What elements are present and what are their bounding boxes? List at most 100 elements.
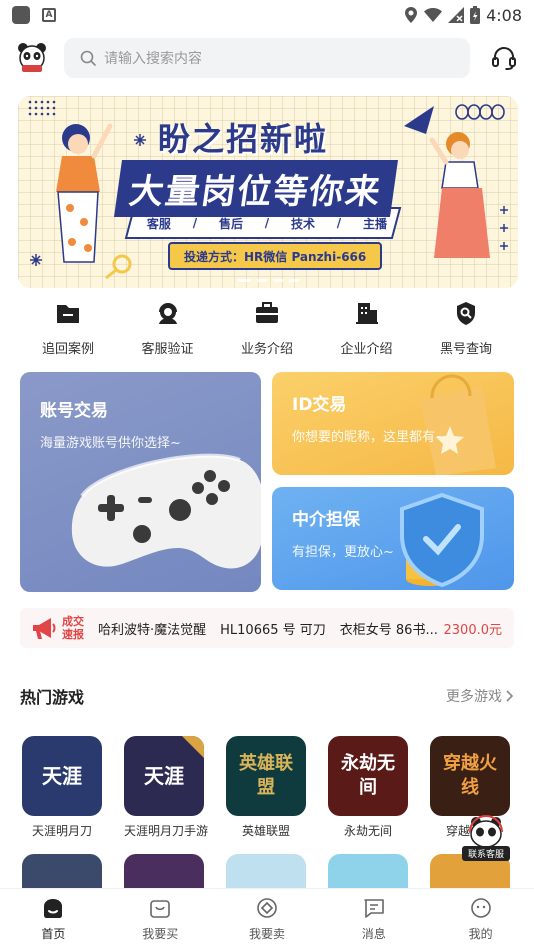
game-cover: 天涯 — [22, 736, 102, 816]
quick-nav-label: 企业介绍 — [340, 342, 393, 357]
briefcase-icon — [256, 302, 278, 323]
hot-games-header: 热门游戏 更多游戏 — [20, 684, 514, 708]
ticker-item: HL10665 号 可刀 — [220, 622, 326, 638]
ticker-item: 衣柜女号 86书... — [339, 622, 438, 638]
tab-sell[interactable]: 我要卖 — [214, 889, 321, 950]
quick-nav-label: 业务介绍 — [240, 342, 293, 357]
quick-nav-label: 黑号查询 — [439, 342, 492, 357]
quick-nav-recovery-cases[interactable]: 追回案例 — [20, 300, 116, 360]
tab-label: 我要卖 — [248, 927, 285, 941]
quick-nav: 追回案例 客服验证 业务介绍 企业介绍 黑号查询 — [20, 300, 514, 360]
carousel-dot — [237, 279, 251, 282]
chevron-right-icon — [506, 690, 514, 702]
home-icon — [44, 899, 63, 918]
search-input[interactable]: 请输入搜索内容 — [104, 48, 202, 68]
message-icon — [363, 899, 384, 918]
quick-nav-business-intro[interactable]: 业务介绍 — [219, 300, 315, 360]
game-name: 英雄联盟 — [241, 824, 290, 838]
game-cover-text: 天涯 — [144, 764, 184, 788]
support-agent-icon — [158, 303, 177, 324]
wifi-icon — [424, 8, 443, 22]
banner-tags: 客服 / 售后 / 技术 / 主播 — [136, 210, 398, 236]
headset-icon[interactable] — [490, 44, 518, 72]
tab-profile[interactable]: 我的 — [427, 889, 534, 950]
card-title: ID交易 — [292, 395, 347, 415]
card-subtitle: 有担保，更放心~ — [292, 545, 394, 560]
tab-label: 首页 — [41, 927, 66, 941]
tab-label: 我要买 — [142, 927, 179, 941]
banner-tag-separator: / — [264, 216, 270, 230]
game-tile-row2[interactable] — [124, 854, 216, 890]
game-cover: 永劫无间 — [328, 736, 408, 816]
panda-avatar-icon[interactable] — [16, 41, 48, 73]
game-tile-lol[interactable]: 英雄联盟 英雄联盟 — [226, 736, 318, 839]
deal-badge: 成交 速报 — [20, 608, 98, 648]
status-bar: A 4:08 — [0, 0, 534, 30]
shield-search-icon — [457, 302, 475, 325]
quick-nav-company-intro[interactable]: 企业介绍 — [319, 300, 415, 360]
banner-tag: 主播 — [363, 216, 388, 231]
battery-icon — [470, 6, 481, 24]
guarantee-card[interactable]: 中介担保 有担保，更放心~ — [272, 487, 514, 590]
quick-nav-blacklist-check[interactable]: 黑号查询 — [418, 300, 514, 360]
ticker-item: 哈利波特·魔法觉醒 — [98, 622, 207, 638]
deal-ticker[interactable]: 成交 速报 哈利波特·魔法觉醒 HL10665 号 可刀 衣柜女号 86书...… — [20, 608, 514, 648]
search-bar[interactable]: 请输入搜索内容 — [64, 38, 470, 78]
building-icon — [355, 303, 378, 324]
game-cover — [124, 854, 204, 890]
banner-tag: 技术 — [290, 216, 315, 231]
tab-messages[interactable]: 消息 — [320, 889, 427, 950]
carousel-dot — [289, 279, 299, 282]
banner-tag-separator: / — [336, 216, 342, 230]
section-title: 热门游戏 — [20, 688, 85, 707]
id-trade-card[interactable]: ID交易 你想要的昵称，这里都有~ — [272, 372, 514, 475]
game-tile-tianya-mobile[interactable]: 天涯 天涯明月刀手游 — [124, 736, 216, 839]
game-cover-text: 英雄联盟 — [239, 753, 293, 798]
card-subtitle: 你想要的昵称，这里都有~ — [292, 430, 446, 445]
game-cover: 天涯 — [124, 736, 204, 816]
quick-nav-label: 客服验证 — [141, 342, 194, 357]
tab-buy[interactable]: 我要买 — [107, 889, 214, 950]
quick-nav-service-verify[interactable]: 客服验证 — [120, 300, 216, 360]
banner-tag: 售后 — [218, 216, 243, 231]
game-cover: 英雄联盟 — [226, 736, 306, 816]
deal-badge-line: 速报 — [62, 628, 84, 641]
keyboard-icon: A — [42, 8, 56, 22]
header: 请输入搜索内容 — [0, 36, 534, 80]
banner-tag-separator: / — [192, 216, 198, 230]
game-tile-row2[interactable] — [22, 854, 114, 890]
card-title: 中介担保 — [292, 510, 360, 530]
mobile-tag-icon — [182, 736, 204, 758]
more-games-link[interactable]: 更多游戏 — [446, 686, 514, 706]
contact-service-label: 联系客服 — [462, 846, 510, 861]
folder-icon — [57, 305, 79, 323]
contact-service-float-button[interactable]: 联系客服 — [462, 814, 510, 861]
megaphone-icon — [33, 618, 56, 639]
game-cover — [328, 854, 408, 890]
tab-home[interactable]: 首页 — [0, 889, 107, 950]
ticker-price: 2300.0元 — [439, 618, 502, 638]
game-name: 永劫无间 — [343, 824, 392, 838]
clock: 4:08 — [486, 5, 522, 25]
location-icon — [405, 7, 418, 23]
account-trade-card[interactable]: 账号交易 海量游戏账号供你选择~ — [20, 372, 261, 592]
game-cover-text: 穿越火线 — [443, 753, 497, 798]
game-cover: 穿越火线 — [430, 736, 510, 816]
banner-tag: 客服 — [146, 216, 171, 231]
game-tile-row2[interactable] — [226, 854, 318, 890]
profile-icon — [470, 898, 491, 918]
tab-label: 消息 — [361, 927, 386, 941]
signal-icon — [448, 7, 465, 23]
game-tile-row2[interactable] — [328, 854, 420, 890]
recruitment-banner[interactable]: 盼之招新啦 大量岗位等你来 客服 / 售后 / 技术 / 主播 投递方式：HR微… — [18, 96, 518, 288]
game-tile-tianya[interactable]: 天涯 天涯明月刀 — [22, 736, 114, 839]
carousel-indicator — [18, 279, 518, 282]
notification-icon — [12, 6, 30, 24]
banner-subtitle: 大量岗位等你来 — [113, 160, 399, 217]
deal-badge-line: 成交 — [62, 615, 84, 628]
sell-icon — [257, 898, 277, 918]
game-name: 天涯明月刀手游 — [124, 824, 209, 838]
quick-nav-label: 追回案例 — [41, 342, 94, 357]
game-tile-naraka[interactable]: 永劫无间 永劫无间 — [328, 736, 420, 839]
hot-games-grid: 天涯 天涯明月刀 天涯 天涯明月刀手游 英雄联盟 英雄联盟 永劫无间 永劫无间 … — [20, 736, 534, 890]
